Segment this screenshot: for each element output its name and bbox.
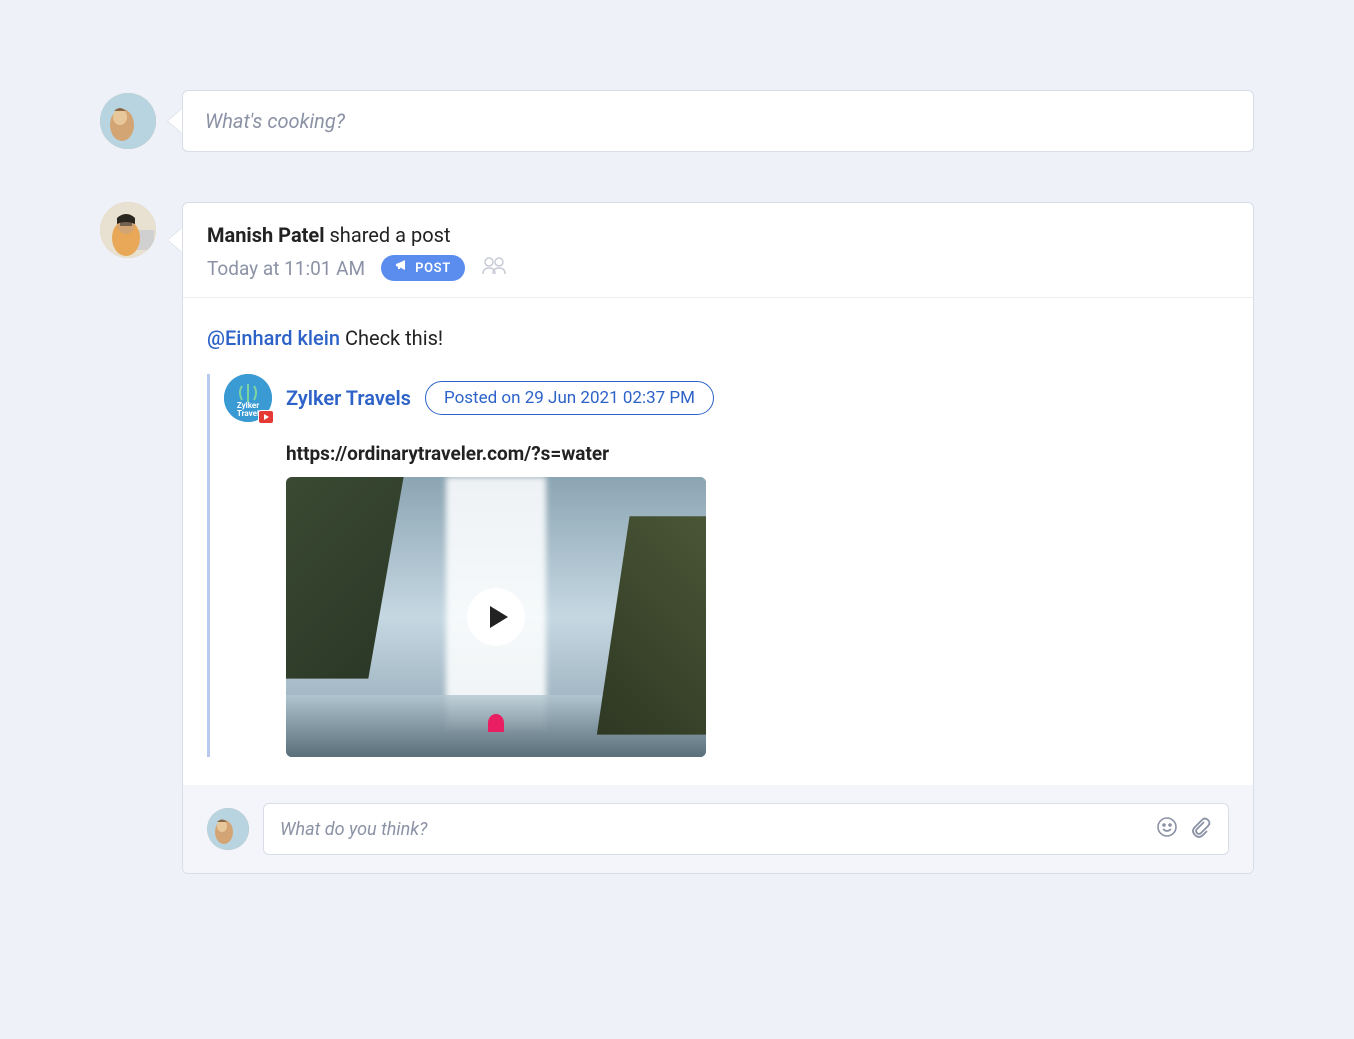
svg-text:Travel: Travel xyxy=(237,409,259,418)
play-icon xyxy=(490,606,508,628)
post-arrow xyxy=(168,228,182,252)
people-icon[interactable] xyxy=(481,256,507,280)
embed-posted-date: Posted on 29 Jun 2021 02:37 PM xyxy=(425,381,714,415)
attachment-icon[interactable] xyxy=(1190,816,1212,842)
post-text: @Einhard klein Check this! xyxy=(207,326,1229,350)
post-timestamp: Today at 11:01 AM xyxy=(207,257,365,280)
post-row: Manish Patel shared a post Today at 11:0… xyxy=(100,202,1254,874)
post-author-avatar[interactable] xyxy=(100,202,156,258)
embed-source-name[interactable]: Zylker Travels xyxy=(286,386,411,410)
composer-arrow xyxy=(168,109,182,133)
megaphone-icon xyxy=(395,260,409,276)
embed-source-avatar[interactable]: Zylker Travel xyxy=(224,374,272,422)
comment-user-avatar[interactable] xyxy=(207,808,249,850)
mention-link[interactable]: @Einhard klein xyxy=(207,326,340,350)
comment-placeholder: What do you think? xyxy=(280,819,427,840)
youtube-badge-icon xyxy=(258,410,274,424)
post-meta: Today at 11:01 AM POST xyxy=(207,255,1229,281)
post-title: Manish Patel shared a post xyxy=(207,223,1229,247)
smile-icon[interactable] xyxy=(1156,816,1178,842)
post-action-text: shared a post xyxy=(329,223,450,247)
play-button[interactable] xyxy=(467,588,525,646)
post-header: Manish Patel shared a post Today at 11:0… xyxy=(183,203,1253,298)
embed-header: Zylker Travel Zylker Travels Posted on 2… xyxy=(224,374,1229,422)
embed-content: https://ordinarytraveler.com/?s=water xyxy=(224,442,1229,757)
post-body: @Einhard klein Check this! Zylker Travel xyxy=(183,298,1253,785)
composer-input[interactable]: What's cooking? xyxy=(182,90,1254,152)
composer-row: What's cooking? xyxy=(100,90,1254,152)
comment-area: What do you think? xyxy=(183,785,1253,873)
post-author-name[interactable]: Manish Patel xyxy=(207,223,325,247)
video-thumbnail[interactable] xyxy=(286,477,706,757)
post-message: Check this! xyxy=(345,326,443,350)
post-type-badge[interactable]: POST xyxy=(381,255,465,281)
post-card: Manish Patel shared a post Today at 11:0… xyxy=(182,202,1254,874)
embed-url[interactable]: https://ordinarytraveler.com/?s=water xyxy=(286,442,1229,465)
comment-input[interactable]: What do you think? xyxy=(263,803,1229,855)
post-badge-label: POST xyxy=(415,261,451,276)
comment-icons xyxy=(1156,816,1212,842)
embed-block: Zylker Travel Zylker Travels Posted on 2… xyxy=(207,374,1229,757)
current-user-avatar[interactable] xyxy=(100,93,156,149)
composer-placeholder: What's cooking? xyxy=(205,109,345,133)
